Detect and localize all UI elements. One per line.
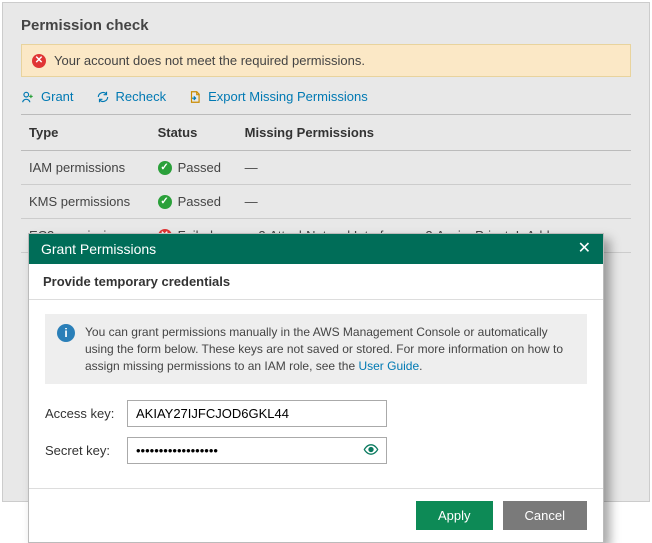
toolbar: Grant Recheck Export Missing Permissions [21, 87, 631, 114]
table-row: KMS permissions ✓ Passed — [21, 185, 631, 219]
page-title: Permission check [21, 13, 631, 44]
recheck-button[interactable]: Recheck [96, 89, 167, 104]
refresh-icon [96, 90, 110, 104]
export-button[interactable]: Export Missing Permissions [188, 89, 368, 104]
export-label: Export Missing Permissions [208, 89, 368, 104]
alert-text: Your account does not meet the required … [54, 53, 365, 68]
error-icon: ✕ [32, 54, 46, 68]
dialog-header: Grant Permissions ✕ [29, 234, 603, 264]
dialog-title: Grant Permissions [41, 241, 156, 257]
grant-button[interactable]: Grant [21, 89, 74, 104]
user-guide-link[interactable]: User Guide [358, 359, 419, 373]
alert-banner: ✕ Your account does not meet the require… [21, 44, 631, 77]
cell-status: Passed [178, 194, 221, 209]
cell-type: IAM permissions [21, 151, 150, 185]
access-key-label: Access key: [45, 406, 117, 421]
col-status: Status [150, 115, 237, 151]
cell-missing: — [237, 151, 631, 185]
close-icon[interactable]: ✕ [578, 241, 591, 257]
col-missing: Missing Permissions [237, 115, 631, 151]
grant-label: Grant [41, 89, 74, 104]
apply-button[interactable]: Apply [416, 501, 493, 530]
cancel-button[interactable]: Cancel [503, 501, 587, 530]
info-icon: i [57, 324, 75, 342]
access-key-input[interactable] [127, 400, 387, 427]
dialog-subtitle: Provide temporary credentials [29, 264, 603, 300]
recheck-label: Recheck [116, 89, 167, 104]
secret-key-label: Secret key: [45, 443, 117, 458]
cell-missing: — [237, 185, 631, 219]
info-box: i You can grant permissions manually in … [45, 314, 587, 384]
info-suffix: . [419, 359, 422, 373]
grant-permissions-dialog: Grant Permissions ✕ Provide temporary cr… [28, 233, 604, 543]
check-icon: ✓ [158, 195, 172, 209]
secret-key-input[interactable] [127, 437, 387, 464]
info-text: You can grant permissions manually in th… [85, 325, 563, 373]
grant-icon [21, 90, 35, 104]
cell-type: KMS permissions [21, 185, 150, 219]
export-icon [188, 90, 202, 104]
cell-status: Passed [178, 160, 221, 175]
col-type: Type [21, 115, 150, 151]
info-text-wrap: You can grant permissions manually in th… [85, 324, 575, 374]
eye-icon[interactable] [363, 441, 379, 460]
check-icon: ✓ [158, 161, 172, 175]
table-row: IAM permissions ✓ Passed — [21, 151, 631, 185]
